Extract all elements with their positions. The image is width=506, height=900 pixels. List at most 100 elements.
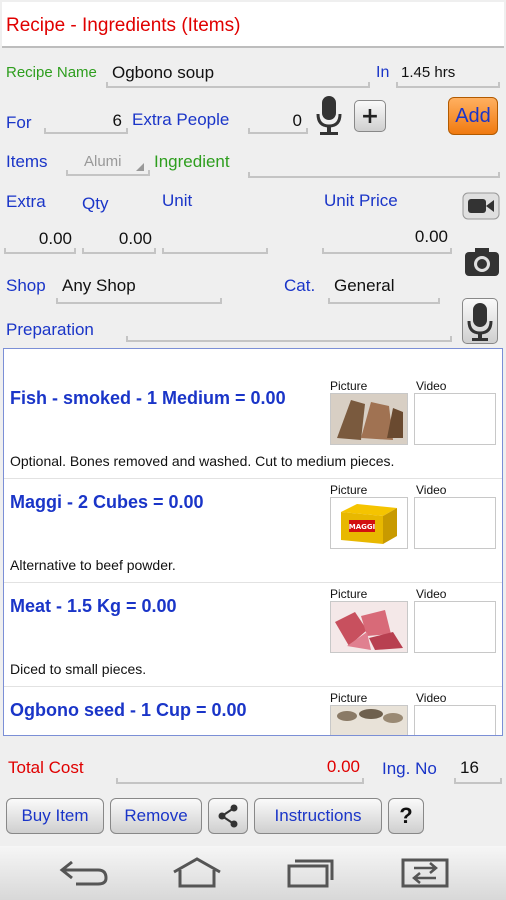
maggi-logo: MAGGI [349,523,375,531]
extra-field[interactable]: 0.00 [4,226,76,254]
for-value: 6 [112,111,122,130]
microphone-icon[interactable] [314,94,344,136]
preparation-mic-button[interactable] [462,298,498,344]
for-field[interactable]: 6 [44,106,128,134]
item-title: Fish - smoked - 1 Medium = 0.00 [10,388,286,408]
picture-label: Picture [330,691,368,705]
shop-label: Shop [6,276,46,295]
share-button[interactable] [208,798,248,834]
item-title: Maggi - 2 Cubes = 0.00 [10,492,204,512]
unit-label: Unit [162,191,193,210]
category-label: Cat. [284,276,316,295]
total-cost-value: 0.00 [326,757,360,776]
microphone-icon [467,303,493,341]
meat-image [331,602,407,652]
home-icon[interactable] [170,856,224,892]
total-cost-label: Total Cost [8,758,84,777]
video-label: Video [416,379,447,393]
for-label: For [6,113,32,132]
camera-icon[interactable] [464,246,500,278]
unit-price-value: 0.00 [414,227,448,246]
picture-label: Picture [330,483,368,497]
recipe-name-label: Recipe Name [6,64,97,81]
video-thumbnail[interactable] [414,705,496,735]
instructions-button[interactable]: Instructions [254,798,382,834]
list-item[interactable]: Fish - smoked - 1 Medium = 0.00 Picture … [4,375,502,479]
item-title: Meat - 1.5 Kg = 0.00 [10,596,177,616]
qty-field[interactable]: 0.00 [82,226,156,254]
recipe-name-value: Ogbono soup [112,63,215,82]
video-thumbnail[interactable] [414,497,496,549]
video-camera-icon[interactable] [462,190,500,222]
unit-price-field[interactable]: 0.00 [322,226,452,254]
preparation-field[interactable] [126,314,452,342]
unit-price-label: Unit Price [324,191,398,210]
in-label: In [376,64,390,81]
maggi-cube-image: MAGGI [331,498,407,548]
share-icon [218,804,238,828]
ing-no-label: Ing. No [382,759,437,778]
picture-thumbnail[interactable]: MAGGI [330,497,408,549]
video-thumbnail[interactable] [414,601,496,653]
category-select[interactable]: General [328,274,440,304]
picture-thumbnail[interactable] [330,705,408,735]
remove-button[interactable]: Remove [110,798,202,834]
list-item[interactable]: Ogbono seed - 1 Cup = 0.00 Picture Video [4,687,502,735]
items-select-value: Alumi [84,153,122,170]
ogbono-seed-image [331,706,407,735]
picture-label: Picture [330,587,368,601]
extra-value: 0.00 [38,229,72,248]
item-note: Diced to small pieces. [10,661,147,677]
list-item[interactable]: Maggi - 2 Cubes = 0.00 Picture Video MAG… [4,479,502,583]
fish-image [331,394,407,444]
picture-label: Picture [330,379,368,393]
back-icon[interactable] [58,856,110,892]
duration-field[interactable]: 1.45 hrs [396,60,500,88]
item-note: Optional. Bones removed and washed. Cut … [10,453,395,469]
help-button[interactable]: ? [388,798,424,834]
help-label: ? [399,803,413,828]
video-label: Video [416,587,447,601]
extra-label: Extra [6,192,46,211]
buy-item-label: Buy Item [21,806,89,825]
total-cost-field: 0.00 [116,754,364,784]
ingredient-label: Ingredient [154,152,230,171]
dropdown-arrow-icon [136,163,144,171]
item-note: Alternative to beef powder. [10,557,176,573]
ingredient-field[interactable] [248,150,500,178]
buy-item-button[interactable]: Buy Item [6,798,104,834]
instructions-label: Instructions [274,806,362,825]
navigation-bar [0,846,506,900]
picture-thumbnail[interactable] [330,601,408,653]
shop-select[interactable]: Any Shop [56,274,222,304]
switch-app-icon[interactable] [400,854,450,894]
extra-people-field[interactable]: 0 [248,106,308,134]
page-title: Recipe - Ingredients (Items) [6,15,241,36]
add-label: Add [455,104,491,127]
ing-no-value: 16 [460,758,479,777]
video-label: Video [416,483,447,497]
title-bar: Recipe - Ingredients (Items) [2,2,504,48]
category-value: General [334,276,395,295]
items-label: Items [6,152,48,171]
recent-apps-icon[interactable] [286,856,336,892]
extra-people-label: Extra People [132,110,230,129]
ing-no-field: 16 [454,754,502,784]
duration-value: 1.45 hrs [401,64,456,81]
qty-label: Qty [82,194,109,213]
shop-value: Any Shop [62,276,136,295]
video-thumbnail[interactable] [414,393,496,445]
add-button[interactable]: Add [448,97,498,135]
preparation-label: Preparation [6,320,94,339]
remove-label: Remove [124,806,188,825]
unit-field[interactable] [162,226,268,254]
plus-label: + [360,103,380,129]
ingredient-list[interactable]: Fish - smoked - 1 Medium = 0.00 Picture … [3,348,503,736]
qty-value: 0.00 [118,229,152,248]
video-label: Video [416,691,447,705]
list-item[interactable]: Meat - 1.5 Kg = 0.00 Picture Video Diced… [4,583,502,687]
items-select[interactable]: Alumi [66,148,150,176]
picture-thumbnail[interactable] [330,393,408,445]
recipe-name-field[interactable]: Ogbono soup [106,60,370,88]
plus-button[interactable]: + [354,100,386,132]
